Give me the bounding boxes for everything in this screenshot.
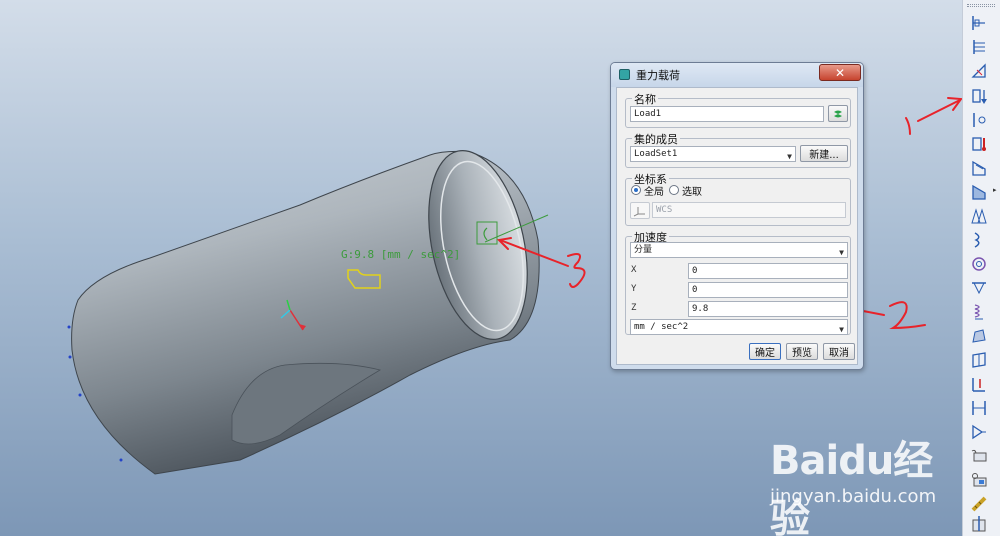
coordinate-system-group: 坐标系 全局 选取 WCS	[625, 171, 851, 226]
surface-load-icon[interactable]	[968, 158, 990, 178]
force-moment-icon[interactable]	[968, 37, 990, 57]
dropdown-arrow-icon: ▼	[839, 325, 844, 334]
spring-icon[interactable]	[968, 254, 990, 274]
ok-button[interactable]: 确定	[749, 343, 781, 360]
acceleration-group: 加速度 分量 ▼ X 0 Y 0 Z 9.8 mm / sec^2 ▼	[625, 229, 851, 335]
dialog-titlebar[interactable]: 重力载荷 ✕	[611, 63, 863, 87]
global-radio[interactable]	[631, 185, 641, 195]
material-icon[interactable]	[968, 494, 990, 514]
mass-icon[interactable]	[968, 278, 990, 298]
z-input[interactable]: 9.8	[688, 301, 848, 317]
cancel-button[interactable]: 取消	[823, 343, 855, 360]
gravity-load-dialog: 重力载荷 ✕ 名称 Load1 集的成员 LoadSet1 ▼ 新建... 坐标…	[610, 62, 864, 370]
y-label: Y	[631, 284, 637, 294]
dialog-title: 重力载荷	[636, 69, 680, 82]
color-swatch-icon	[834, 110, 842, 117]
units-select[interactable]: mm / sec^2 ▼	[630, 319, 848, 335]
baidu-watermark: Baidu经验 jingyan.baidu.com	[770, 428, 970, 536]
cut-icon[interactable]	[968, 446, 990, 466]
shell-icon[interactable]	[968, 182, 990, 202]
interface-icon[interactable]	[968, 374, 990, 394]
name-group: 名称 Load1	[625, 91, 851, 128]
dialog-body: 名称 Load1 集的成员 LoadSet1 ▼ 新建... 坐标系 全局 选取	[616, 87, 858, 365]
contact-icon[interactable]	[968, 350, 990, 370]
measure-icon[interactable]	[968, 470, 990, 490]
name-color-button[interactable]	[828, 105, 848, 122]
dropdown-arrow-icon: ▼	[787, 152, 792, 161]
new-load-set-button[interactable]: 新建...	[800, 145, 848, 162]
acceleration-mode-select[interactable]: 分量 ▼	[630, 242, 848, 258]
units-value: mm / sec^2	[634, 322, 689, 332]
load-set-value: LoadSet1	[634, 149, 678, 159]
member-set-group: 集的成员 LoadSet1 ▼ 新建...	[625, 131, 851, 168]
x-input[interactable]: 0	[688, 263, 848, 279]
beam-icon[interactable]	[968, 230, 990, 250]
temperature-load-icon[interactable]	[968, 134, 990, 154]
csys-field: WCS	[652, 202, 846, 218]
member-set-label: 集的成员	[632, 131, 680, 147]
displacement-icon[interactable]	[968, 13, 990, 33]
csys-icon	[633, 206, 645, 216]
load-set-select[interactable]: LoadSet1 ▼	[630, 146, 796, 162]
shell-pair-icon[interactable]	[968, 206, 990, 226]
centrifugal-load-icon[interactable]	[968, 110, 990, 130]
close-button[interactable]: ✕	[819, 64, 861, 81]
watermark-url: jingyan.baidu.com	[770, 486, 937, 507]
toolbar-grip[interactable]	[967, 4, 995, 7]
gravity-load-icon[interactable]	[968, 86, 990, 106]
watermark-logo: Baidu经验	[770, 438, 933, 536]
x-label: X	[631, 265, 637, 275]
select-radio[interactable]	[669, 185, 679, 195]
dropdown-arrow-icon: ▼	[839, 248, 844, 257]
pressure-icon[interactable]	[968, 61, 990, 81]
bolt-icon[interactable]	[968, 398, 990, 418]
rigid-link-icon[interactable]	[968, 326, 990, 346]
z-label: Z	[631, 303, 637, 313]
select-radio-label: 选取	[682, 187, 702, 198]
y-input[interactable]: 0	[688, 282, 848, 298]
section-icon[interactable]	[968, 514, 990, 534]
preview-button[interactable]: 预览	[786, 343, 818, 360]
global-radio-label: 全局	[644, 187, 664, 198]
toolbar-flyout-arrow[interactable]: ▸	[993, 186, 997, 194]
csys-selector-button	[630, 202, 650, 219]
dialog-app-icon	[619, 69, 630, 80]
acceleration-mode-value: 分量	[634, 245, 653, 255]
weld-icon[interactable]	[968, 302, 990, 322]
gravity-annotation-label: G:9.8 [mm / sec^2]	[341, 248, 460, 261]
fastener-icon[interactable]	[968, 422, 990, 442]
name-group-label: 名称	[632, 91, 658, 107]
name-input[interactable]: Load1	[630, 106, 824, 122]
